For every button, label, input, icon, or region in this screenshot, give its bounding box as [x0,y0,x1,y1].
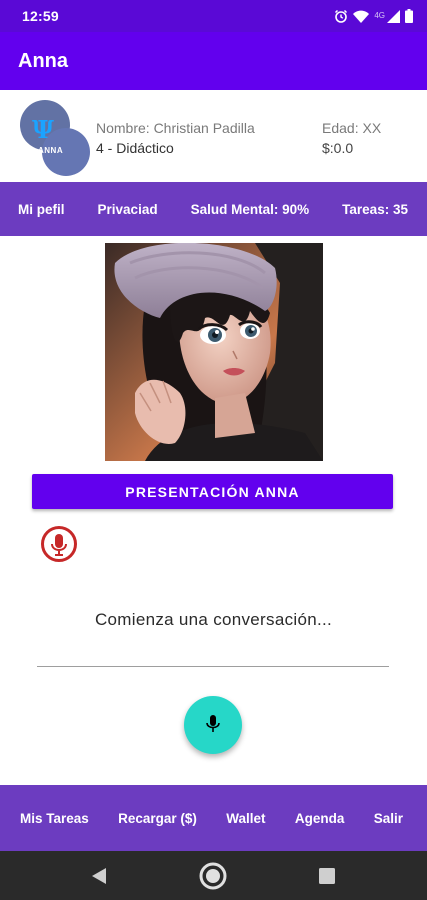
wifi-icon [353,10,370,23]
nav-wallet[interactable]: Wallet [226,811,265,826]
conversation-prompt: Comienza una conversación... [94,610,333,629]
nav-recargar[interactable]: Recargar ($) [118,811,197,826]
presentacion-anna-button[interactable]: PRESENTACIÓN ANNA [32,474,393,509]
status-icons: 4G [334,9,413,23]
top-nav: Mi pefil Privaciad Salud Mental: 90% Tar… [0,182,427,236]
bottom-nav: Mis Tareas Recargar ($) Wallet Agenda Sa… [0,785,427,851]
nav-mis-tareas[interactable]: Mis Tareas [20,811,89,826]
anna-logo: Ψ ANNA [20,100,92,176]
profile-level: 4 - Didáctico [96,140,174,156]
psi-icon: Ψ [32,115,54,144]
recents-icon[interactable] [312,851,342,900]
microphone-fab-button[interactable] [184,696,242,754]
profile-name: Nombre: Christian Padilla [96,120,255,136]
status-bar: 12:59 4G [0,0,427,32]
microphone-recording-icon[interactable] [40,525,78,563]
nav-agenda[interactable]: Agenda [295,811,345,826]
status-time: 12:59 [22,8,59,24]
alarm-icon [334,9,348,23]
app-title: Anna [18,49,68,72]
logo-text: ANNA [38,146,64,155]
anna-avatar-image [105,243,323,461]
profile-header: Ψ ANNA Nombre: Christian Padilla 4 - Did… [0,90,427,182]
signal-icon [387,9,400,23]
system-nav-bar [0,851,427,900]
app-bar: Anna [0,32,427,90]
nav-tareas[interactable]: Tareas: 35 [342,202,408,217]
nav-salud-mental[interactable]: Salud Mental: 90% [191,202,310,217]
nav-mi-perfil[interactable]: Mi pefil [18,202,65,217]
conversation-divider [37,666,389,667]
profile-balance: $:0.0 [322,140,354,156]
profile-age: Edad: XX [322,120,382,136]
battery-icon [405,9,413,23]
network-type-label: 4G [374,11,385,20]
home-icon[interactable] [196,851,230,900]
back-icon[interactable] [84,851,114,900]
nav-salir[interactable]: Salir [374,811,403,826]
nav-privacidad[interactable]: Privaciad [98,202,158,217]
microphone-icon [206,714,220,736]
